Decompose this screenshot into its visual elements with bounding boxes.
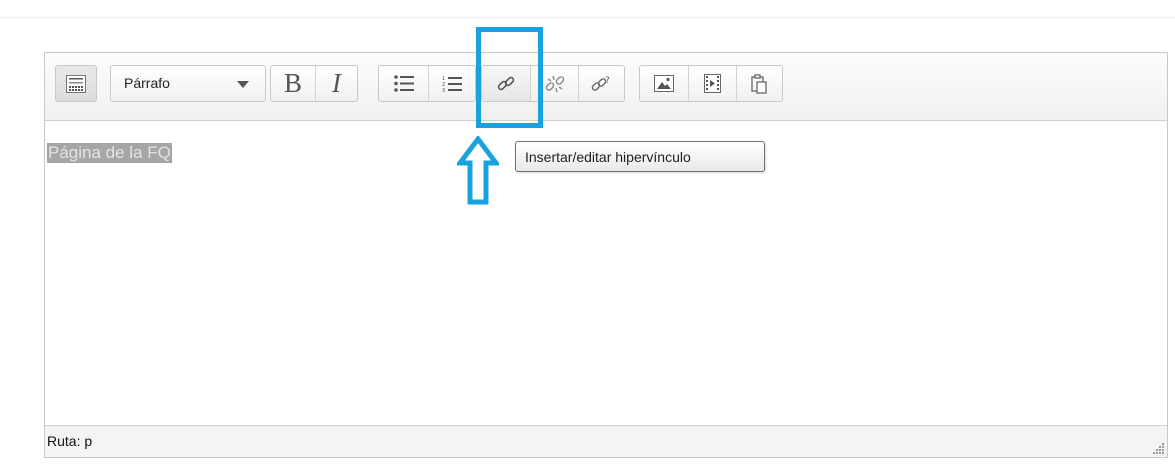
rich-text-editor: Párrafo B I 123 ? Página de la FQ Ruta: … [44,52,1168,458]
italic-icon: I [332,68,341,98]
unlink-icon [545,75,564,92]
italic-button[interactable]: I [315,66,357,101]
unordered-list-button[interactable] [379,66,428,101]
paste-button[interactable] [736,66,782,101]
paragraph-format-select[interactable]: Párrafo [110,65,266,102]
media-group [639,65,783,102]
auto-link-button[interactable]: ? [578,66,624,101]
bold-button[interactable]: B [271,66,315,101]
resize-grip-icon[interactable] [1151,441,1165,455]
element-path: Ruta: p [47,433,93,449]
toolbar-toggle-icon [66,74,86,93]
svg-text:3: 3 [442,88,445,93]
ordered-list-button[interactable]: 123 [428,66,475,101]
top-divider [0,17,1175,18]
paste-icon [751,73,767,94]
kitchen-sink-button[interactable] [56,66,96,101]
link-help-icon: ? [591,76,610,91]
numbered-list-icon: 123 [442,76,462,93]
svg-text:?: ? [605,76,610,86]
media-icon [704,74,721,93]
link-tooltip: Insertar/editar hipervínculo [515,141,765,172]
bold-icon: B [283,68,302,98]
image-icon [654,75,674,92]
selected-text: Página de la FQ [47,143,172,163]
kitchen-sink-group [55,65,97,102]
insert-media-button[interactable] [688,66,736,101]
editor-toolbar: Párrafo B I 123 ? [45,53,1167,121]
format-select-value: Párrafo [124,75,170,91]
list-group: 123 [378,65,476,102]
bullet-list-icon [393,75,414,92]
text-style-group: B I [270,65,358,102]
chevron-down-icon [237,81,249,88]
up-arrow-annotation [457,136,499,205]
editor-statusbar: Ruta: p [45,425,1167,457]
highlight-box [476,27,543,128]
insert-image-button[interactable] [640,66,688,101]
